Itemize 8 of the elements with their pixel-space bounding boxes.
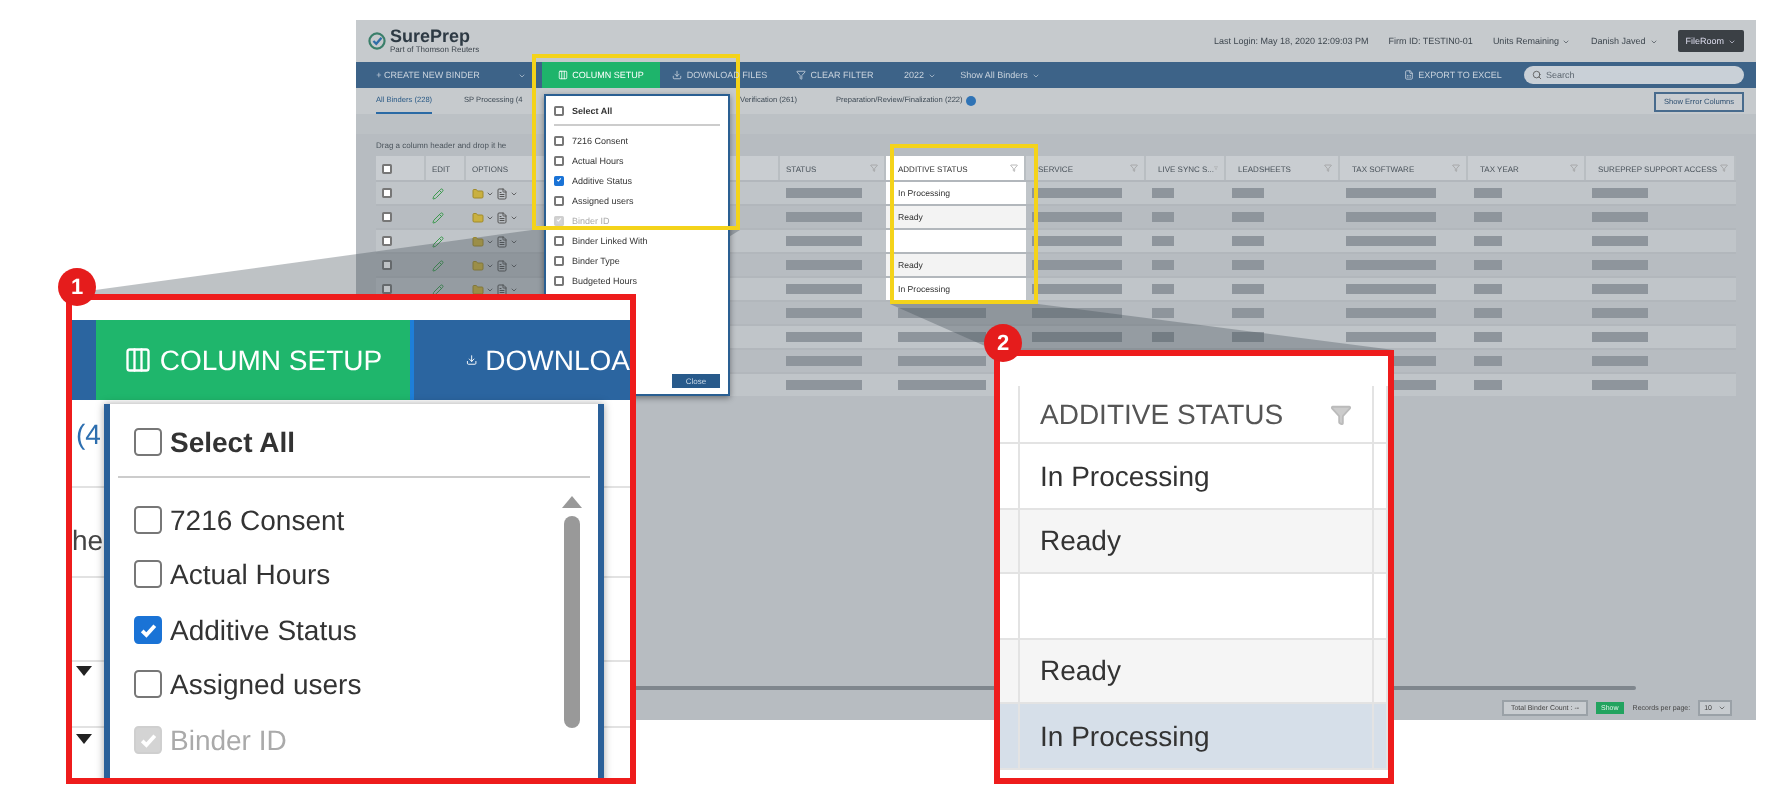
step-badge: 1 (58, 268, 96, 306)
table-cell: In Processing (1020, 704, 1374, 769)
tab-fragment: (4 (76, 418, 101, 450)
brand-name: SurePrep (390, 27, 473, 46)
table-cell: In Processing (1020, 444, 1374, 509)
hint-fragment: he (72, 524, 104, 556)
table-cell: Ready (1020, 639, 1374, 704)
table-cell: Ready (1020, 509, 1374, 574)
